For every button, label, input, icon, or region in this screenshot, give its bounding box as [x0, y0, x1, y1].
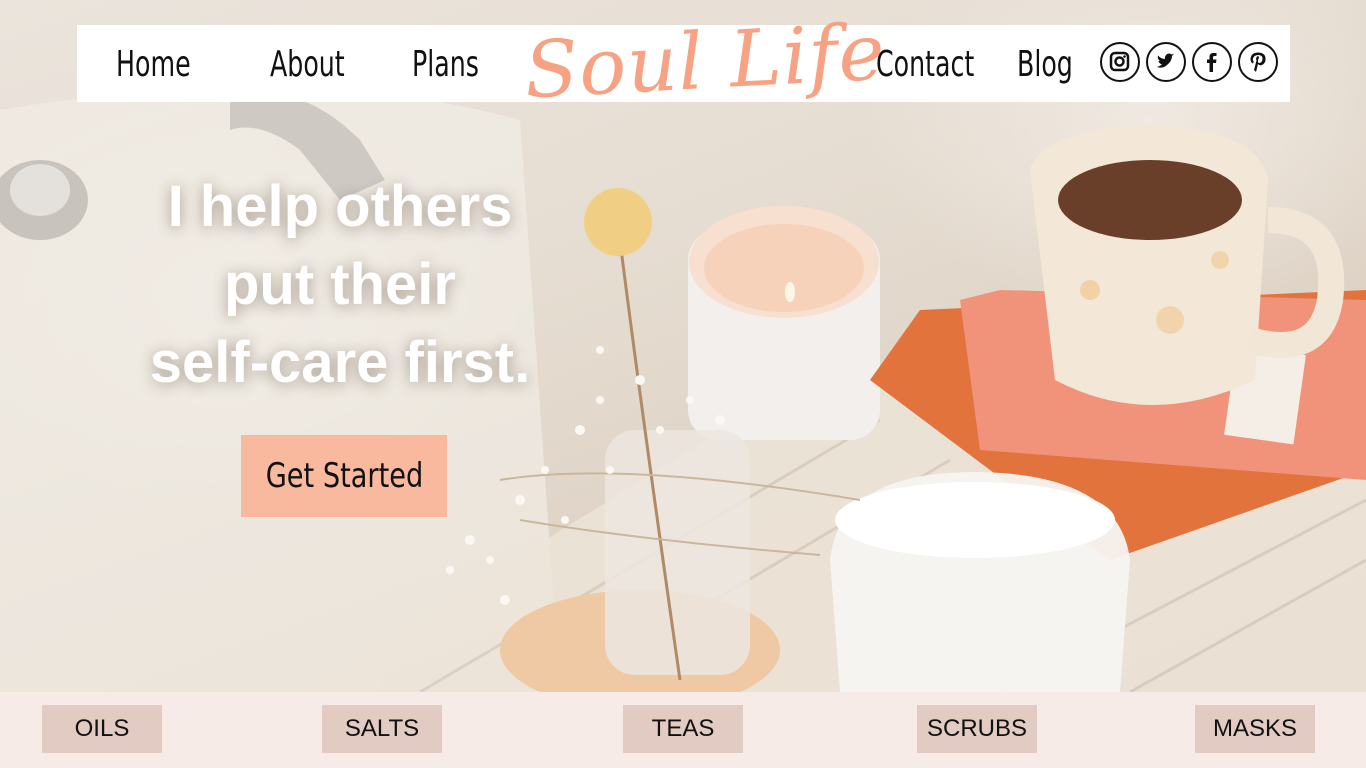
brand-logo[interactable]: Soul Life	[522, 8, 888, 137]
nav-link-home[interactable]: Home	[116, 43, 191, 87]
twitter-icon[interactable]	[1146, 42, 1186, 82]
category-salts[interactable]: SALTS	[322, 705, 442, 753]
nav-link-plans[interactable]: Plans	[412, 43, 479, 87]
category-oils[interactable]: OILS	[42, 705, 162, 753]
hero-headline-line: put their	[224, 252, 456, 317]
pinterest-icon[interactable]	[1238, 42, 1278, 82]
category-teas[interactable]: TEAS	[623, 705, 743, 753]
category-masks[interactable]: MASKS	[1195, 705, 1315, 753]
nav-link-blog[interactable]: Blog	[1017, 43, 1073, 87]
get-started-label: Get Started	[265, 456, 423, 496]
facebook-icon[interactable]	[1192, 42, 1232, 82]
hero-headline: I help others put their self-care first.	[120, 168, 560, 402]
category-scrubs[interactable]: SCRUBS	[917, 705, 1037, 753]
nav-link-contact[interactable]: Contact	[876, 43, 974, 87]
hero-headline-line: I help others	[167, 174, 513, 239]
top-nav: Home About Plans Soul Life Contact Blog	[77, 8, 1290, 116]
hero-headline-line: self-care first.	[149, 330, 531, 395]
instagram-icon[interactable]	[1100, 42, 1140, 82]
get-started-button[interactable]: Get Started	[241, 435, 447, 517]
category-bar: OILS SALTS TEAS SCRUBS MASKS	[0, 692, 1366, 768]
nav-link-about[interactable]: About	[270, 43, 345, 87]
